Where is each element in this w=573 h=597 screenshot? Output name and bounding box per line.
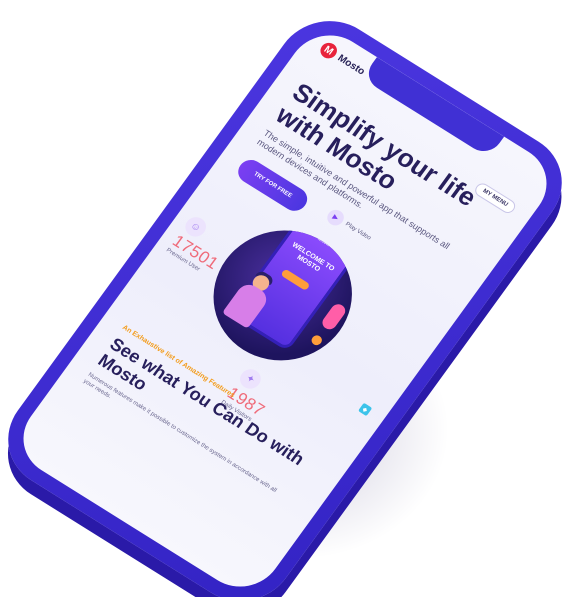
illustration-phone: Mosto WELCOME TO MOSTO (228, 213, 361, 352)
brand-name: Mosto (335, 52, 368, 78)
illustration-button (280, 268, 311, 291)
phone-device: M Mosto MY MENU Simplify your life with … (0, 1, 573, 597)
play-video-label: Play Video (343, 221, 372, 242)
chat-icon[interactable]: ◆ (357, 402, 373, 417)
illustration-decor-blob (319, 301, 349, 332)
device-mockup-stage: M Mosto MY MENU Simplify your life with … (0, 0, 573, 597)
illustration-decor-dot (309, 333, 324, 347)
